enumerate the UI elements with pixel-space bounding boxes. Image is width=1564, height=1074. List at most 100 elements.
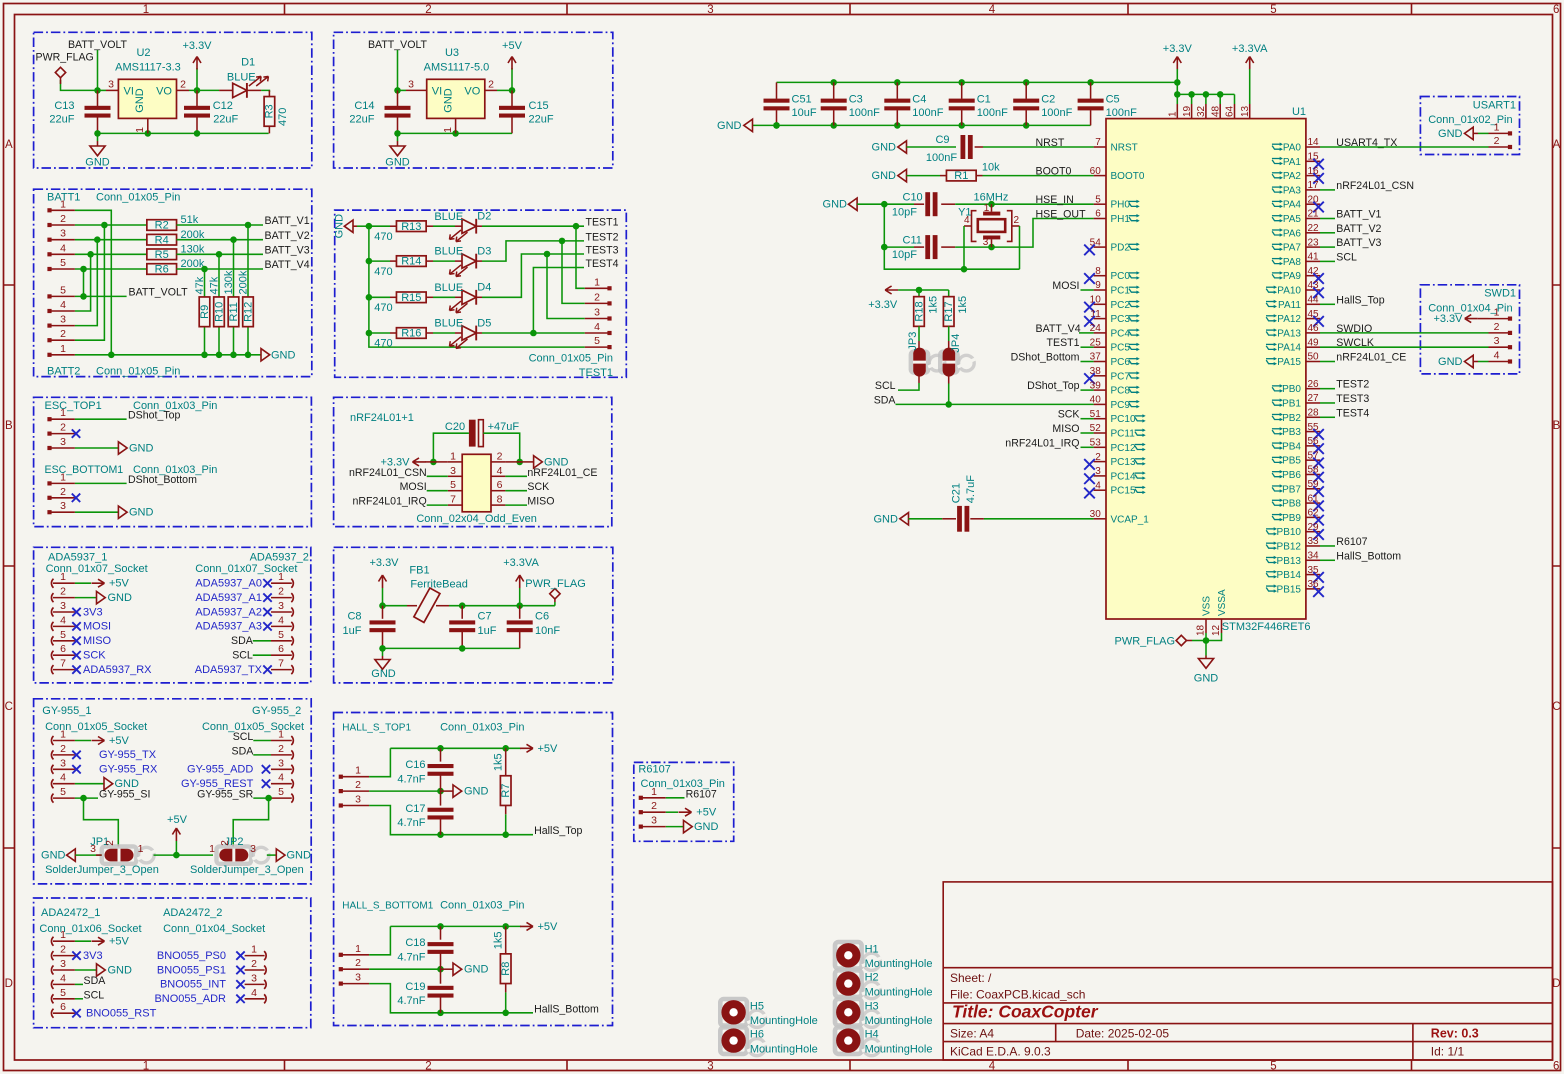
svg-text:1: 1 — [278, 729, 284, 741]
svg-text:+5V: +5V — [538, 743, 559, 755]
svg-text:R11: R11 — [228, 302, 240, 321]
svg-text:Conn_01x03_Pin: Conn_01x03_Pin — [440, 900, 524, 912]
svg-text:1: 1 — [60, 729, 66, 741]
svg-text:PWR_FLAG: PWR_FLAG — [1114, 635, 1175, 647]
svg-text:3: 3 — [60, 958, 66, 970]
svg-text:DShot_Top: DShot_Top — [1027, 380, 1080, 392]
svg-text:ADA2472_2: ADA2472_2 — [163, 907, 222, 919]
svg-text:MOSI: MOSI — [400, 481, 427, 493]
svg-text:BATT_V3: BATT_V3 — [265, 245, 310, 257]
svg-text:NRST: NRST — [1111, 143, 1138, 154]
svg-text:BLUE: BLUE — [434, 211, 463, 223]
svg-text:Conn_01x02_Pin: Conn_01x02_Pin — [1428, 114, 1512, 126]
svg-text:14: 14 — [1308, 137, 1320, 148]
svg-text:19: 19 — [1182, 105, 1193, 117]
svg-text:1: 1 — [1494, 121, 1500, 133]
svg-text:PC7: PC7 — [1111, 371, 1131, 382]
svg-text:GND: GND — [1438, 128, 1463, 140]
svg-text:3: 3 — [60, 436, 66, 448]
svg-text:C5: C5 — [1106, 93, 1120, 105]
svg-text:SWD1: SWD1 — [1484, 288, 1516, 300]
svg-text:GY-955_ADD: GY-955_ADD — [187, 764, 253, 776]
svg-text:4: 4 — [497, 465, 503, 477]
svg-text:PB15: PB15 — [1277, 584, 1302, 595]
svg-text:+5V: +5V — [167, 814, 188, 826]
svg-text:2: 2 — [425, 4, 431, 16]
svg-text:15: 15 — [1308, 152, 1320, 163]
svg-text:35: 35 — [1308, 565, 1320, 576]
svg-text:H2: H2 — [865, 972, 879, 984]
svg-text:BLUE: BLUE — [434, 282, 463, 294]
svg-text:AMS1117-5.0: AMS1117-5.0 — [424, 62, 490, 74]
svg-text:DShot_Top: DShot_Top — [128, 410, 181, 422]
svg-text:+3.3VA: +3.3VA — [1232, 43, 1268, 55]
svg-text:28: 28 — [1308, 407, 1320, 418]
svg-text:BNO055_RST: BNO055_RST — [86, 1008, 157, 1020]
svg-text:PA2: PA2 — [1283, 171, 1302, 182]
svg-text:PA11: PA11 — [1278, 300, 1301, 311]
svg-text:5: 5 — [60, 987, 66, 999]
svg-text:6: 6 — [1553, 1061, 1559, 1073]
svg-text:PA5: PA5 — [1283, 214, 1302, 225]
svg-text:R14: R14 — [401, 256, 421, 268]
svg-text:1: 1 — [442, 127, 454, 133]
svg-text:nRF24L01_CE: nRF24L01_CE — [527, 467, 597, 479]
svg-text:MountingHole: MountingHole — [865, 1015, 933, 1027]
svg-text:Conn_01x04_Socket: Conn_01x04_Socket — [163, 923, 265, 935]
svg-text:Rev: 0.3: Rev: 0.3 — [1431, 1027, 1479, 1041]
svg-text:GND: GND — [85, 157, 110, 169]
svg-text:Date: 2025-02-05: Date: 2025-02-05 — [1076, 1027, 1170, 1041]
svg-text:MOSI: MOSI — [1052, 280, 1079, 292]
svg-text:C18: C18 — [405, 937, 425, 949]
svg-text:PC5: PC5 — [1111, 343, 1131, 354]
svg-text:MISO: MISO — [1052, 423, 1079, 435]
svg-text:BNO055_PS1: BNO055_PS1 — [157, 964, 226, 976]
svg-text:3: 3 — [1095, 466, 1101, 477]
svg-text:GND: GND — [823, 199, 848, 211]
svg-text:GND: GND — [873, 514, 898, 526]
svg-text:VO: VO — [156, 86, 172, 98]
svg-text:3: 3 — [60, 314, 66, 326]
svg-text:16MHz: 16MHz — [974, 192, 1009, 204]
svg-text:PA12: PA12 — [1277, 314, 1301, 325]
svg-text:ESC_BOTTOM1: ESC_BOTTOM1 — [45, 464, 124, 476]
svg-text:B: B — [5, 420, 13, 432]
svg-text:2: 2 — [425, 1061, 431, 1073]
svg-text:1: 1 — [594, 276, 600, 288]
svg-text:SCL: SCL — [875, 380, 896, 392]
svg-text:Conn_01x05_Pin: Conn_01x05_Pin — [529, 353, 613, 365]
svg-text:1: 1 — [138, 843, 144, 855]
svg-text:1k5: 1k5 — [492, 753, 504, 771]
svg-text:C1: C1 — [977, 93, 991, 105]
svg-text:4: 4 — [964, 215, 970, 226]
svg-text:BATT_V1: BATT_V1 — [265, 215, 310, 227]
svg-text:2: 2 — [594, 291, 600, 303]
svg-text:SDA: SDA — [232, 745, 255, 757]
svg-text:2: 2 — [60, 213, 66, 225]
svg-text:42: 42 — [1308, 266, 1320, 277]
svg-text:10nF: 10nF — [535, 625, 560, 637]
svg-text:2: 2 — [60, 944, 66, 956]
svg-text:C8: C8 — [347, 611, 361, 623]
svg-text:GND: GND — [1438, 356, 1463, 368]
svg-text:6: 6 — [278, 643, 284, 655]
svg-text:GND: GND — [464, 786, 489, 798]
svg-text:C21: C21 — [950, 483, 962, 503]
svg-text:nRF24L01_CSN: nRF24L01_CSN — [1336, 180, 1414, 192]
svg-text:21: 21 — [1308, 209, 1320, 220]
svg-text:nRF24L01_IRQ: nRF24L01_IRQ — [1005, 437, 1079, 449]
svg-text:45: 45 — [1308, 309, 1320, 320]
svg-text:+5V: +5V — [109, 735, 130, 747]
svg-text:PA7: PA7 — [1283, 243, 1302, 254]
svg-text:PA4: PA4 — [1283, 200, 1302, 211]
svg-text:H5: H5 — [750, 1000, 764, 1012]
svg-text:VI: VI — [124, 86, 134, 98]
svg-text:MountingHole: MountingHole — [865, 986, 933, 998]
svg-text:1: 1 — [1494, 307, 1500, 319]
svg-text:C4: C4 — [912, 93, 926, 105]
svg-text:9: 9 — [1095, 280, 1101, 291]
svg-text:2: 2 — [1494, 321, 1500, 333]
svg-text:4.7nF: 4.7nF — [397, 951, 425, 963]
svg-text:R1: R1 — [954, 170, 968, 182]
svg-text:C7: C7 — [478, 611, 492, 623]
